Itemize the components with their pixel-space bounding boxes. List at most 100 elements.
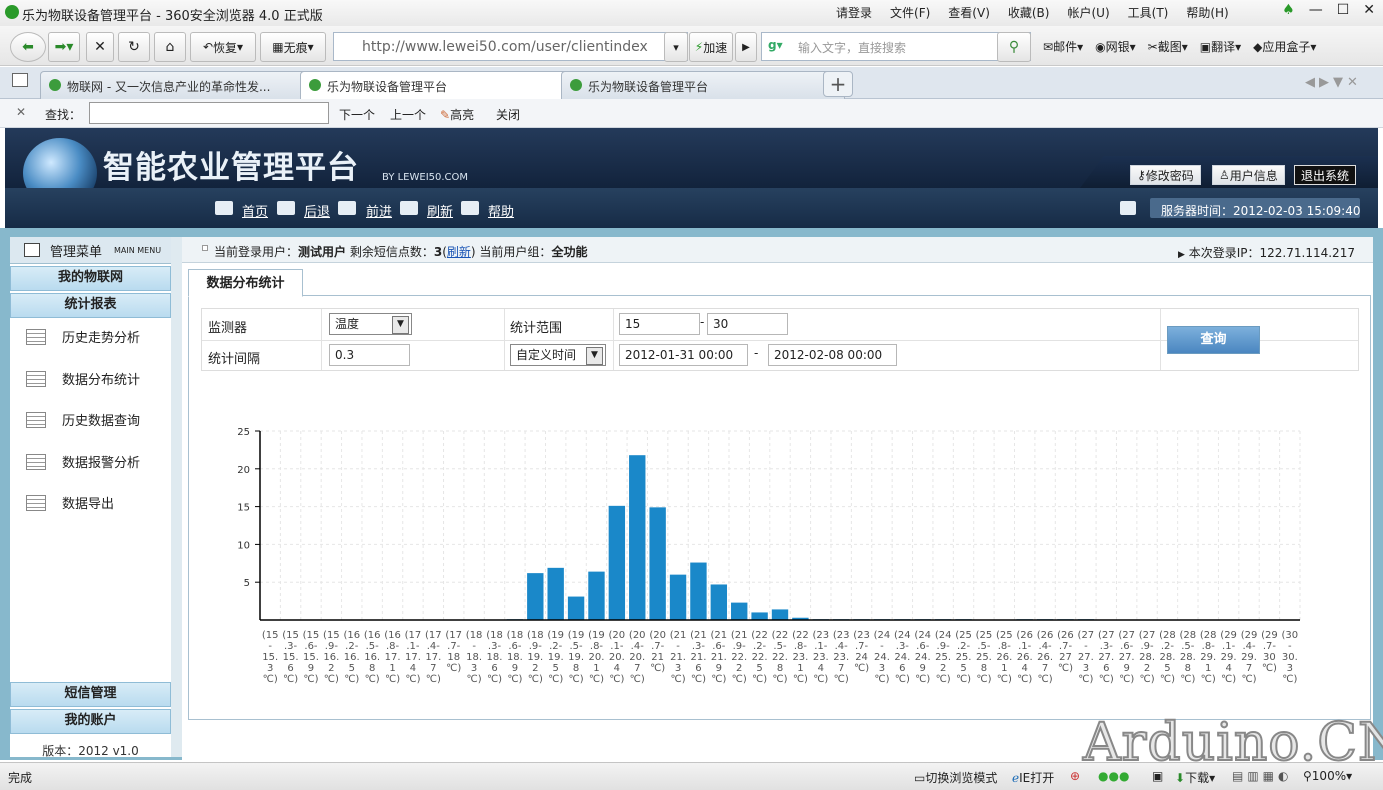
- tab-distribution[interactable]: 数据分布统计: [188, 269, 303, 297]
- tab-left-icon[interactable]: ◀: [1305, 75, 1315, 90]
- sidebar-item-history-trend[interactable]: 历史走势分析: [26, 327, 140, 346]
- range-to-input[interactable]: 30: [707, 313, 788, 335]
- skin-icon[interactable]: ♠: [1282, 2, 1295, 18]
- go-arrow-icon[interactable]: ▶: [735, 32, 757, 62]
- nav-refresh-link[interactable]: 刷新: [427, 201, 453, 220]
- menu-account[interactable]: 帐户(U): [1067, 4, 1109, 21]
- section-my-iot[interactable]: 我的物联网: [10, 266, 171, 291]
- sidebar-toggle-icon[interactable]: [12, 73, 28, 87]
- no-trace-button[interactable]: ▦ 无痕 ▾: [260, 32, 326, 62]
- ie-open-button[interactable]: ℯIE打开: [1012, 769, 1054, 786]
- stop-button[interactable]: ✕: [86, 32, 114, 62]
- range-label: 统计范围: [510, 321, 563, 336]
- security-icon[interactable]: ⊕: [1070, 769, 1080, 783]
- browser-logo-icon: [5, 5, 19, 19]
- bank-label: 网银: [1105, 40, 1130, 54]
- highlight-label: 高亮: [450, 108, 475, 122]
- maximize-icon[interactable]: ☐: [1337, 2, 1350, 18]
- logout-label: 退出系统: [1301, 168, 1350, 183]
- address-dropdown-icon[interactable]: ▾: [664, 32, 688, 62]
- sidebar-item-label: 历史数据查询: [62, 414, 141, 429]
- x-tick-label: (17.4-17. 7 ℃): [425, 630, 442, 685]
- restore-button[interactable]: ↶ 恢复 ▾: [190, 32, 256, 62]
- zoom-control[interactable]: ⚲100%▾: [1303, 769, 1352, 783]
- sidebar-item-distribution[interactable]: 数据分布统计: [26, 369, 140, 388]
- nav-forward-link[interactable]: 前进: [366, 201, 392, 220]
- speedup-button[interactable]: ⚡ 加速: [689, 32, 733, 62]
- monitor-select[interactable]: 温度 ▼: [329, 313, 412, 335]
- search-box[interactable]: g▾ 输入文字，直接搜索: [761, 32, 1031, 61]
- search-icon[interactable]: ⚲: [997, 32, 1031, 62]
- tool-icon[interactable]: ▣: [1152, 769, 1163, 783]
- tab-lewei[interactable]: 乐为物联设备管理平台✕: [561, 71, 845, 100]
- nav-help-link[interactable]: 帮助: [488, 201, 514, 220]
- tab-close-all-icon[interactable]: ✕: [1347, 75, 1358, 90]
- find-next-button[interactable]: 下一个: [339, 106, 375, 123]
- refresh-button[interactable]: ↻: [118, 32, 150, 62]
- x-tick-label: (20.7-21 ℃): [649, 630, 666, 674]
- nav-back-link[interactable]: 后退: [304, 201, 330, 220]
- tab-iot-news[interactable]: 物联网 - 又一次信息产业的革命性发...✕: [40, 71, 323, 100]
- section-sms[interactable]: 短信管理: [10, 682, 171, 707]
- section-reports[interactable]: 统计报表: [10, 293, 171, 318]
- time-mode-value: 自定义时间: [516, 348, 577, 362]
- sidebar-item-alarm[interactable]: 数据报警分析: [26, 452, 140, 471]
- screenshot-link[interactable]: ✂截图▾: [1148, 38, 1188, 55]
- download-button[interactable]: ⬇下载▾: [1175, 769, 1215, 786]
- mail-link[interactable]: ✉邮件▾: [1043, 38, 1083, 55]
- menu-view[interactable]: 查看(V): [948, 4, 990, 21]
- forward-button[interactable]: ➡▾: [48, 32, 80, 62]
- search-engine-icon[interactable]: g▾: [768, 38, 783, 52]
- x-tick-label: (16.2-16. 5 ℃): [343, 630, 360, 685]
- close-icon[interactable]: ✕: [1363, 2, 1375, 18]
- time-to-input[interactable]: 2012-02-08 00:00: [768, 344, 897, 366]
- find-input[interactable]: [89, 102, 329, 124]
- menu-help[interactable]: 帮助(H): [1186, 4, 1228, 21]
- menu-login[interactable]: 请登录: [836, 4, 872, 21]
- time-mode-select[interactable]: 自定义时间 ▼: [510, 344, 606, 366]
- refresh-sms-link[interactable]: 刷新: [447, 245, 471, 259]
- range-from-input[interactable]: 15: [619, 313, 700, 335]
- user-info-button[interactable]: ♙ 用户信息: [1212, 165, 1285, 185]
- tab-lewei-active[interactable]: 乐为物联设备管理平台✕: [300, 71, 584, 100]
- tab-right-icon[interactable]: ▶: [1319, 75, 1329, 90]
- menu-tools[interactable]: 工具(T): [1128, 4, 1169, 21]
- section-account[interactable]: 我的账户: [10, 709, 171, 734]
- change-password-button[interactable]: ⚷ 修改密码: [1130, 165, 1201, 185]
- find-close-icon[interactable]: ✕: [16, 105, 26, 119]
- menu-favorites[interactable]: 收藏(B): [1008, 4, 1050, 21]
- translate-link[interactable]: ▣翻译▾: [1200, 38, 1241, 55]
- screenshot-label: 截图: [1157, 40, 1182, 54]
- home-button[interactable]: ⌂: [154, 32, 186, 62]
- sidebar-item-history-query[interactable]: 历史数据查询: [26, 410, 140, 429]
- tab-favicon-icon: [309, 79, 321, 91]
- address-bar[interactable]: http://www.lewei50.com/user/clientindex: [333, 32, 688, 61]
- chevron-down-icon: ▼: [586, 347, 603, 365]
- x-tick-label: (15 -15. 3 ℃): [262, 630, 279, 685]
- status-tray-icons[interactable]: ▤▥▦◐: [1232, 769, 1292, 783]
- find-highlight-button[interactable]: ✎高亮: [440, 106, 474, 123]
- switch-mode-button[interactable]: ▭切换浏览模式: [914, 769, 997, 786]
- menu-file[interactable]: 文件(F): [890, 4, 930, 21]
- sidebar-splitter[interactable]: [171, 237, 182, 757]
- monitor-label: 监测器: [208, 321, 248, 336]
- back-button[interactable]: ⬅: [10, 32, 46, 62]
- appbox-link[interactable]: ◆应用盒子▾: [1253, 38, 1316, 55]
- plugin-icon[interactable]: ●●●: [1098, 769, 1129, 783]
- x-tick-label: (18.9-19. 2 ℃): [527, 630, 544, 685]
- find-prev-button[interactable]: 上一个: [390, 106, 426, 123]
- no-trace-label: 无痕: [283, 40, 308, 55]
- new-tab-button[interactable]: +: [823, 71, 853, 97]
- tab-list-icon[interactable]: ▼: [1333, 75, 1343, 90]
- query-button[interactable]: 查询: [1167, 326, 1260, 354]
- minimize-icon[interactable]: —: [1309, 2, 1323, 18]
- nav-home-link[interactable]: 首页: [242, 201, 268, 220]
- bank-link[interactable]: ◉网银▾: [1095, 38, 1136, 55]
- time-from-input[interactable]: 2012-01-31 00:00: [619, 344, 748, 366]
- sidebar-item-export[interactable]: 数据导出: [26, 493, 114, 512]
- logout-button[interactable]: 退出系统: [1294, 165, 1357, 185]
- user-name: 测试用户: [298, 245, 347, 259]
- interval-input[interactable]: 0.3: [329, 344, 410, 366]
- x-tick-label: (17.1-17. 4 ℃): [405, 630, 422, 685]
- find-close-button[interactable]: 关闭: [496, 106, 520, 123]
